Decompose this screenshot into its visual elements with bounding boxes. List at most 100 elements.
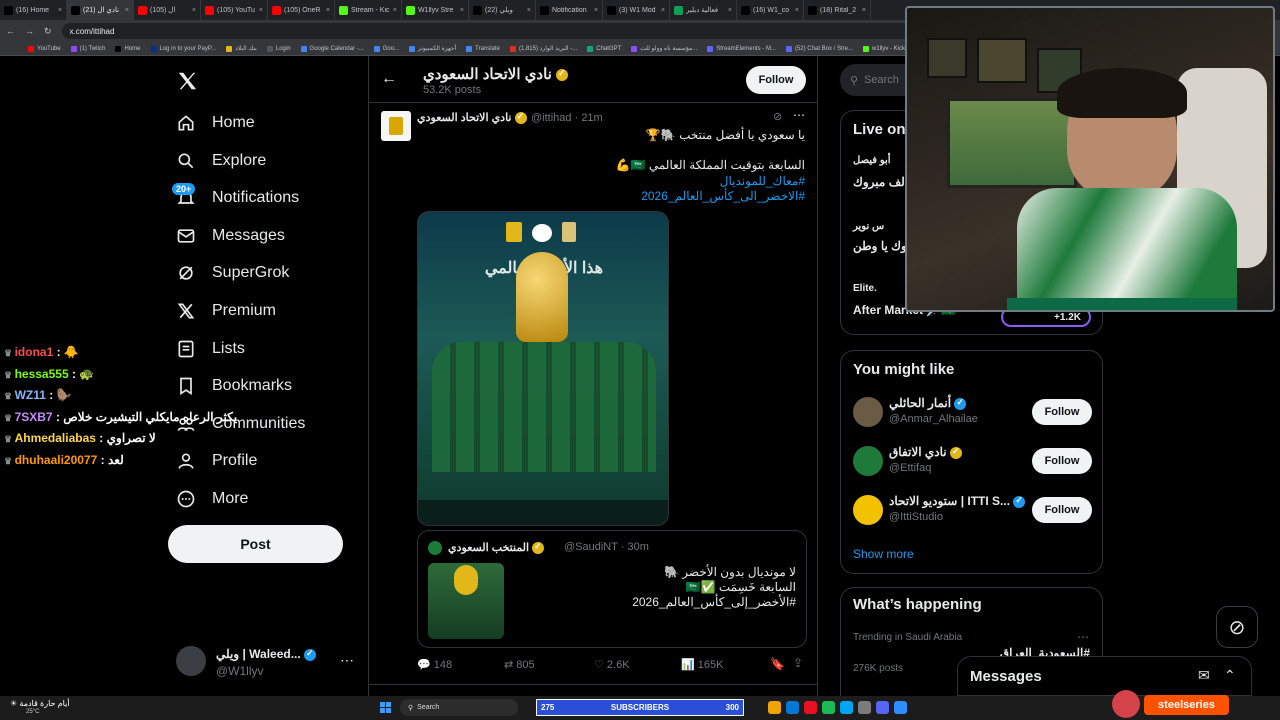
nav-bookmarks[interactable]: Bookmarks	[176, 368, 292, 404]
chevron-up-icon[interactable]: ⌃	[1224, 667, 1236, 684]
account-avatar[interactable]	[176, 646, 206, 676]
nav-lists[interactable]: Lists	[176, 331, 245, 367]
forward-arrow-icon[interactable]: →	[25, 26, 34, 36]
bookmark-item[interactable]: مؤسسة ناه وولو للت...	[631, 45, 697, 52]
account-more-icon[interactable]: ⋯	[340, 652, 354, 669]
suggestion-follow-button[interactable]: Follow	[1032, 399, 1092, 425]
suggestion-name[interactable]: ستوديو الاتحاد | ITTI S...	[889, 494, 1026, 508]
browser-tab[interactable]: (105) YouTu ×	[201, 0, 268, 20]
show-more-link[interactable]: Show more	[853, 547, 914, 561]
weather-widget[interactable]: ☀ أيام حارة قادمة	[10, 699, 70, 708]
hashtag-link[interactable]: #معاك_للمونديال	[720, 174, 805, 188]
bookmark-item[interactable]: البريد الوارد (1,815) -...	[509, 45, 577, 52]
follow-button[interactable]: Follow	[746, 66, 806, 94]
close-tab-icon[interactable]: ×	[460, 7, 464, 14]
close-tab-icon[interactable]: ×	[259, 7, 263, 14]
nav-profile[interactable]: Profile	[176, 443, 257, 479]
bookmark-item[interactable]: StreamElements - M...	[707, 45, 776, 52]
taskbar-search[interactable]: ⚲ Search	[400, 699, 518, 716]
browser-tab[interactable]: (16) W1_co ×	[737, 0, 804, 20]
browser-tab[interactable]: (18) Rital_2 ×	[804, 0, 871, 20]
bookmark-item[interactable]: Google Calendar -...	[300, 45, 364, 52]
tweet-more-icon[interactable]: ⋯	[793, 108, 805, 122]
close-tab-icon[interactable]: ×	[125, 7, 129, 14]
browser-tab[interactable]: (21) نادي ال ×	[67, 0, 134, 20]
bookmark-item[interactable]: Home	[115, 45, 141, 52]
messages-drawer[interactable]: Messages ✉ ⌃	[957, 656, 1252, 696]
close-tab-icon[interactable]: ×	[795, 7, 799, 14]
close-tab-icon[interactable]: ×	[58, 7, 62, 14]
taskbar-app-icon[interactable]	[894, 701, 907, 714]
browser-tab[interactable]: (105) ال ×	[134, 0, 201, 20]
share-icon[interactable]: ⇪	[793, 656, 803, 670]
bookmark-item[interactable]: Login	[266, 45, 291, 52]
tweet-image[interactable]: هذا الأخضر عالمي	[417, 211, 669, 526]
browser-tab[interactable]: Notification ×	[536, 0, 603, 20]
bookmark-item[interactable]: بنك البلاد	[226, 45, 257, 52]
repost-button[interactable]: ⇄ 805	[504, 658, 535, 671]
suggestion-avatar[interactable]	[853, 495, 883, 525]
close-tab-icon[interactable]: ×	[862, 7, 866, 14]
suggestion-name[interactable]: أنمار الحائلي	[889, 396, 967, 410]
bookmark-icon[interactable]: 🔖	[770, 657, 785, 671]
address-bar[interactable]: x.com/ittihad	[61, 23, 942, 39]
suggestion-avatar[interactable]	[853, 397, 883, 427]
suggestion-follow-button[interactable]: Follow	[1032, 497, 1092, 523]
bookmark-item[interactable]: YouTube	[28, 45, 61, 52]
close-tab-icon[interactable]: ×	[728, 7, 732, 14]
close-tab-icon[interactable]: ×	[393, 7, 397, 14]
browser-tab[interactable]: (105) OneR ×	[268, 0, 335, 20]
nav-more[interactable]: More	[176, 481, 248, 517]
close-tab-icon[interactable]: ×	[326, 7, 330, 14]
browser-tab[interactable]: (22) ويلي ×	[469, 0, 536, 20]
bookmark-item[interactable]: (52) Chat Box / Stre...	[785, 45, 853, 52]
views-button[interactable]: 📊 165K	[681, 658, 723, 671]
bookmark-item[interactable]: أجهزة الكمبيوتر	[408, 45, 456, 52]
bookmark-item[interactable]: (1) Twitch	[70, 45, 105, 52]
close-tab-icon[interactable]: ×	[661, 7, 665, 14]
like-button[interactable]: ♡ 2.6K	[594, 658, 630, 671]
bookmark-item[interactable]: ChatGPT	[587, 45, 621, 52]
bookmark-item[interactable]: Log in to your PayP...	[150, 45, 216, 52]
taskbar-app-icon[interactable]	[768, 701, 781, 714]
browser-tab[interactable]: W1llyv Stre ×	[402, 0, 469, 20]
taskbar-app-icon[interactable]	[822, 701, 835, 714]
close-tab-icon[interactable]: ×	[527, 7, 531, 14]
reload-icon[interactable]: ↻	[44, 26, 52, 37]
browser-tab[interactable]: (3) W1 Mod ×	[603, 0, 670, 20]
tweet-author[interactable]: نادي الاتحاد السعودي	[417, 111, 527, 125]
back-arrow-icon[interactable]: ←	[381, 70, 397, 88]
x-logo-icon[interactable]	[176, 70, 198, 97]
post-button[interactable]: Post	[168, 525, 343, 563]
nav-supergrok[interactable]: SuperGrok	[176, 255, 289, 291]
close-tab-icon[interactable]: ×	[192, 7, 196, 14]
nav-home[interactable]: Home	[176, 105, 255, 141]
taskbar-app-icon[interactable]	[858, 701, 871, 714]
quote-tweet[interactable]: المنتخب السعودي @SaudiNT · 30m لا مونديا…	[417, 530, 807, 648]
new-message-icon[interactable]: ✉	[1198, 667, 1210, 684]
reply-button[interactable]: 💬 148	[417, 658, 452, 671]
live-title-text[interactable]: الف مبروك	[853, 175, 908, 189]
grok-icon[interactable]: ⊘	[773, 110, 782, 123]
taskbar-app-icon[interactable]	[786, 701, 799, 714]
windows-start-icon[interactable]	[380, 701, 392, 713]
suggestion-follow-button[interactable]: Follow	[1032, 448, 1092, 474]
nav-premium[interactable]: Premium	[176, 293, 276, 329]
browser-tab[interactable]: Stream - Kic ×	[335, 0, 402, 20]
suggestion-name[interactable]: نادي الاتفاق	[889, 445, 962, 459]
grok-icon[interactable]: ⊘	[1216, 606, 1258, 648]
back-arrow-icon[interactable]: ←	[6, 26, 15, 36]
taskbar-app-icon[interactable]	[840, 701, 853, 714]
trend-more-icon[interactable]: ⋯	[1077, 630, 1089, 644]
nav-messages[interactable]: Messages	[176, 218, 285, 254]
tweet-avatar[interactable]	[381, 111, 411, 141]
bookmark-item[interactable]: Goo...	[373, 45, 399, 52]
bookmark-item[interactable]: Translate	[466, 45, 500, 52]
browser-tab[interactable]: فعالية ديلير ×	[670, 0, 737, 20]
taskbar-app-icon[interactable]	[876, 701, 889, 714]
close-tab-icon[interactable]: ×	[594, 7, 598, 14]
browser-tab[interactable]: (16) Home ×	[0, 0, 67, 20]
nav-explore[interactable]: Explore	[176, 143, 266, 179]
hashtag-link[interactable]: #الاخضر_الى_كأس_العالم_2026	[641, 189, 805, 203]
taskbar-app-icon[interactable]	[804, 701, 817, 714]
